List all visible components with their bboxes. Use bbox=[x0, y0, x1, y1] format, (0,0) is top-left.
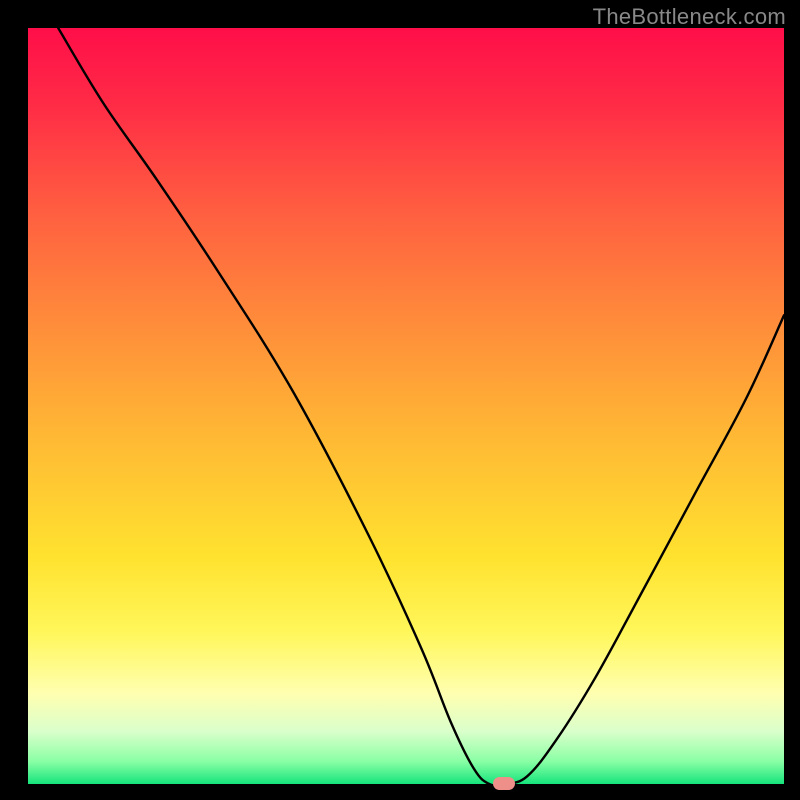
plot-area bbox=[28, 28, 784, 784]
bottleneck-chart bbox=[28, 28, 784, 784]
gradient-background bbox=[28, 28, 784, 784]
optimal-point-marker bbox=[493, 777, 515, 790]
watermark-text: TheBottleneck.com bbox=[593, 4, 786, 30]
chart-frame: TheBottleneck.com bbox=[0, 0, 800, 800]
